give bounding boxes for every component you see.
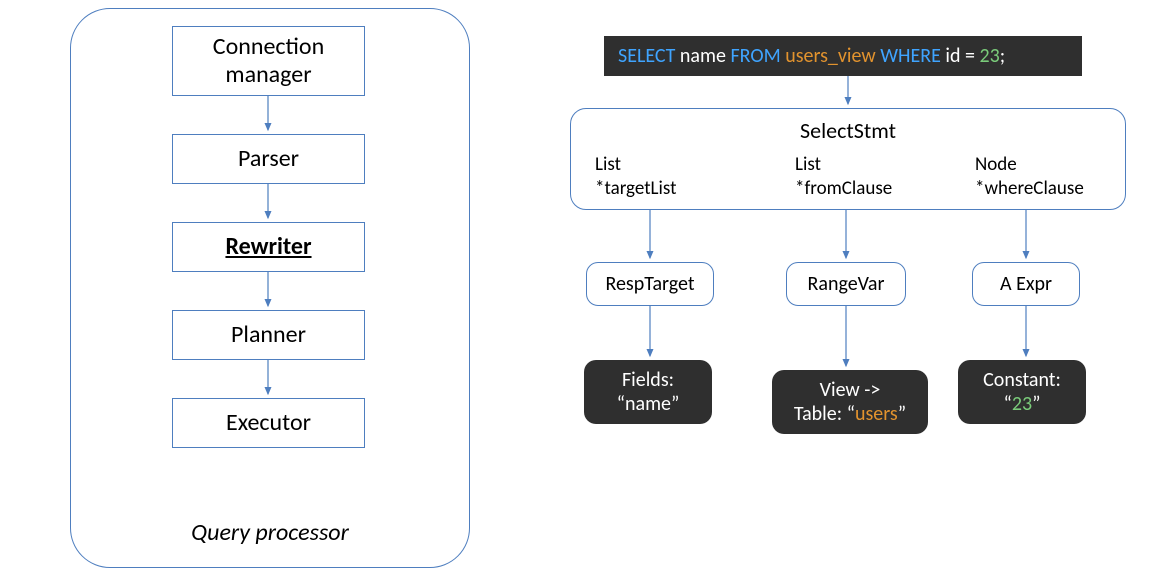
select-stmt-title: SelectStmt: [571, 117, 1125, 144]
select-stmt-box: SelectStmt List *targetList List *fromCl…: [570, 108, 1126, 210]
text: RespTarget: [605, 272, 694, 296]
kw-from: FROM: [730, 44, 780, 68]
text: Connection: [213, 33, 324, 61]
node-resptarget: RespTarget: [586, 262, 714, 306]
node-rangevar: RangeVar: [786, 262, 906, 306]
sql-users-view: users_view: [781, 44, 881, 68]
text: A Expr: [1000, 272, 1052, 296]
col-targetlist: List *targetList: [595, 153, 677, 201]
text: Parser: [238, 145, 299, 173]
sql-statement: SELECT name FROM users_view WHERE id = 2…: [604, 36, 1082, 76]
box-parser: Parser: [172, 134, 365, 184]
box-rewriter: Rewriter: [172, 222, 365, 272]
text: *whereClause: [975, 177, 1084, 201]
text: manager: [225, 61, 311, 89]
text: Node: [975, 153, 1084, 177]
text: List: [795, 153, 892, 177]
diagram-stage: Connection manager Parser Rewriter Plann…: [0, 0, 1153, 582]
text: RangeVar: [808, 272, 885, 296]
box-executor: Executor: [172, 398, 365, 448]
kw-select: SELECT: [618, 44, 675, 68]
leaf-constant: Constant: “23”: [958, 360, 1086, 424]
text: “name”: [617, 392, 680, 416]
leaf-fields: Fields: “name”: [584, 360, 712, 424]
col-whereclause: Node *whereClause: [975, 153, 1084, 201]
sql-num: 23: [979, 44, 999, 68]
text: List: [595, 153, 677, 177]
col-fromclause: List *fromClause: [795, 153, 892, 201]
text: Rewriter: [225, 233, 311, 261]
box-planner: Planner: [172, 310, 365, 360]
box-connection-manager: Connection manager: [172, 26, 365, 96]
node-aexpr: A Expr: [972, 262, 1080, 306]
leaf-view-table: View -> Table: “users”: [772, 370, 928, 434]
query-processor-label: Query processor: [150, 518, 390, 547]
text: Planner: [231, 321, 306, 349]
text: View ->: [820, 378, 881, 402]
text: *fromClause: [795, 177, 892, 201]
sql-semi: ;: [1000, 44, 1005, 68]
kw-where: WHERE: [880, 44, 941, 68]
text: Fields:: [622, 368, 674, 392]
text: “23”: [1003, 392, 1040, 416]
text: *targetList: [595, 177, 677, 201]
text: Table: “users”: [794, 402, 906, 426]
sql-name: name: [675, 44, 730, 68]
text: Executor: [226, 409, 311, 437]
text: Constant:: [983, 368, 1061, 392]
sql-id-eq: id =: [941, 44, 980, 68]
